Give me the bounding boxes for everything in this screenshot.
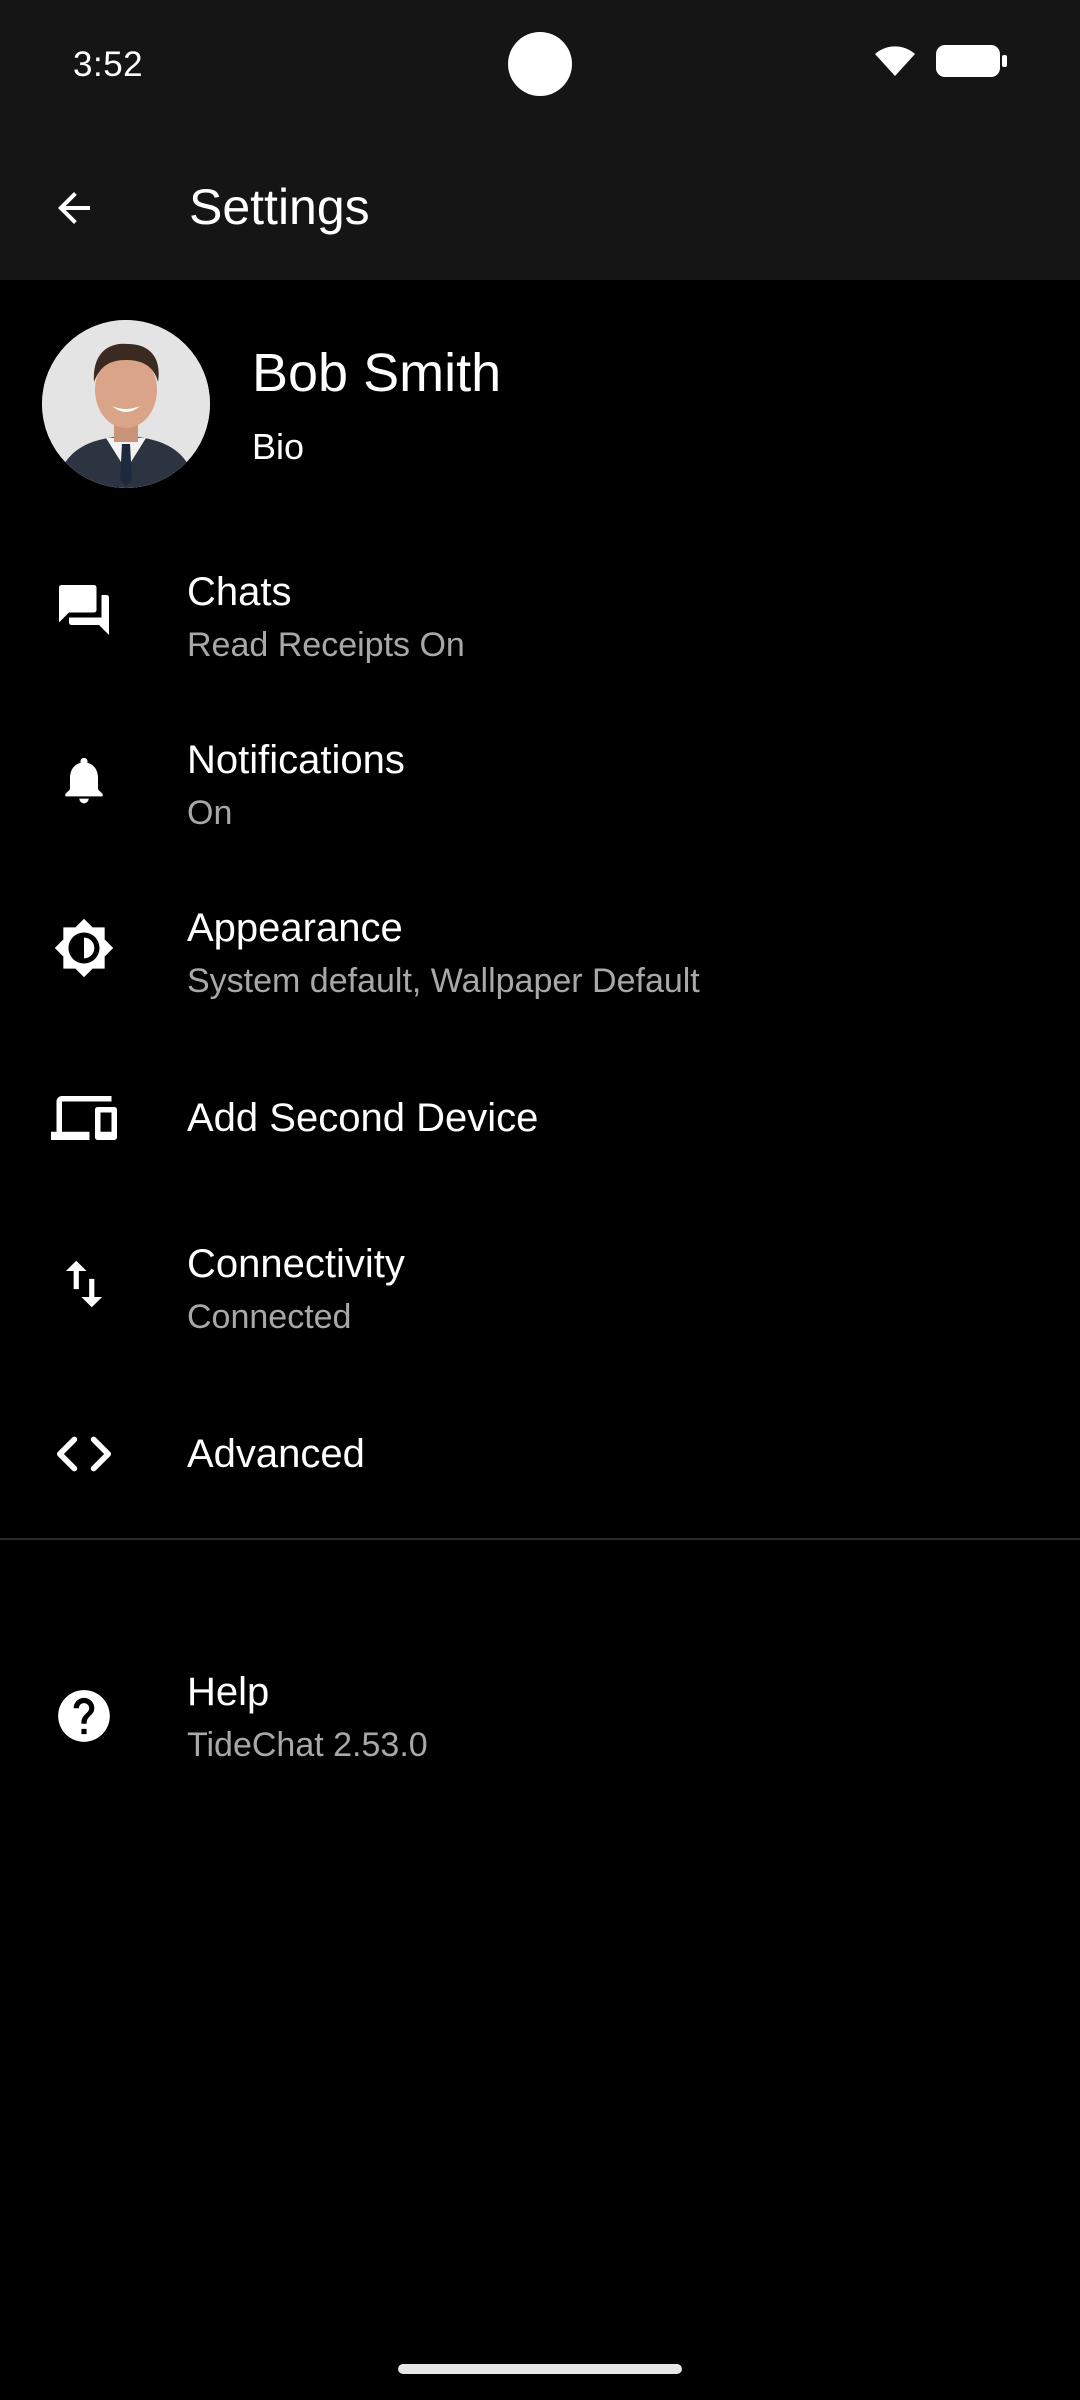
avatar xyxy=(42,320,210,488)
status-bar: 3:52 xyxy=(0,0,1080,130)
wifi-icon xyxy=(875,46,915,76)
settings-item-appearance[interactable]: Appearance System default, Wallpaper Def… xyxy=(0,866,1080,1034)
setting-subtitle: System default, Wallpaper Default xyxy=(187,962,700,1000)
settings-screen: 3:52 Settings Bob Smith Bio Chats Read R… xyxy=(0,0,1080,2400)
profile-bio: Bio xyxy=(252,426,305,467)
status-time: 3:52 xyxy=(73,45,144,84)
profile-row[interactable]: Bob Smith Bio xyxy=(0,300,1080,500)
page-title: Settings xyxy=(189,179,370,235)
swap-vertical-icon xyxy=(48,1248,120,1320)
back-button[interactable] xyxy=(36,170,112,246)
setting-subtitle: TideChat 2.53.0 xyxy=(187,1726,428,1764)
arrow-back-icon xyxy=(58,192,90,224)
bell-icon xyxy=(48,744,120,816)
devices-icon xyxy=(48,1082,120,1154)
setting-title: Appearance xyxy=(187,906,403,950)
settings-item-connectivity[interactable]: Connectivity Connected xyxy=(0,1202,1080,1370)
status-icons xyxy=(872,44,1008,78)
brightness-icon xyxy=(48,912,120,984)
setting-title: Connectivity xyxy=(187,1242,405,1286)
setting-title: Advanced xyxy=(187,1432,365,1476)
section-divider xyxy=(0,1538,1080,1540)
setting-title: Add Second Device xyxy=(187,1096,539,1140)
settings-item-help[interactable]: Help TideChat 2.53.0 xyxy=(0,1630,1080,1798)
setting-title: Notifications xyxy=(187,738,405,782)
code-icon xyxy=(48,1418,120,1490)
setting-subtitle: Read Receipts On xyxy=(187,626,465,664)
setting-title: Help xyxy=(187,1670,270,1714)
settings-item-advanced[interactable]: Advanced xyxy=(0,1372,1080,1540)
profile-name: Bob Smith xyxy=(252,343,502,403)
settings-item-add-second-device[interactable]: Add Second Device xyxy=(0,1036,1080,1204)
top-app-bar: Settings xyxy=(0,130,1080,280)
battery-icon xyxy=(936,45,1007,77)
help-circle-icon xyxy=(48,1680,120,1752)
chat-bubbles-icon xyxy=(48,574,120,646)
setting-subtitle: Connected xyxy=(187,1298,352,1336)
settings-item-notifications[interactable]: Notifications On xyxy=(0,698,1080,866)
camera-cutout xyxy=(508,32,572,96)
settings-item-chats[interactable]: Chats Read Receipts On xyxy=(0,530,1080,698)
setting-title: Chats xyxy=(187,570,292,614)
gesture-nav-handle[interactable] xyxy=(398,2364,682,2374)
setting-subtitle: On xyxy=(187,794,233,832)
